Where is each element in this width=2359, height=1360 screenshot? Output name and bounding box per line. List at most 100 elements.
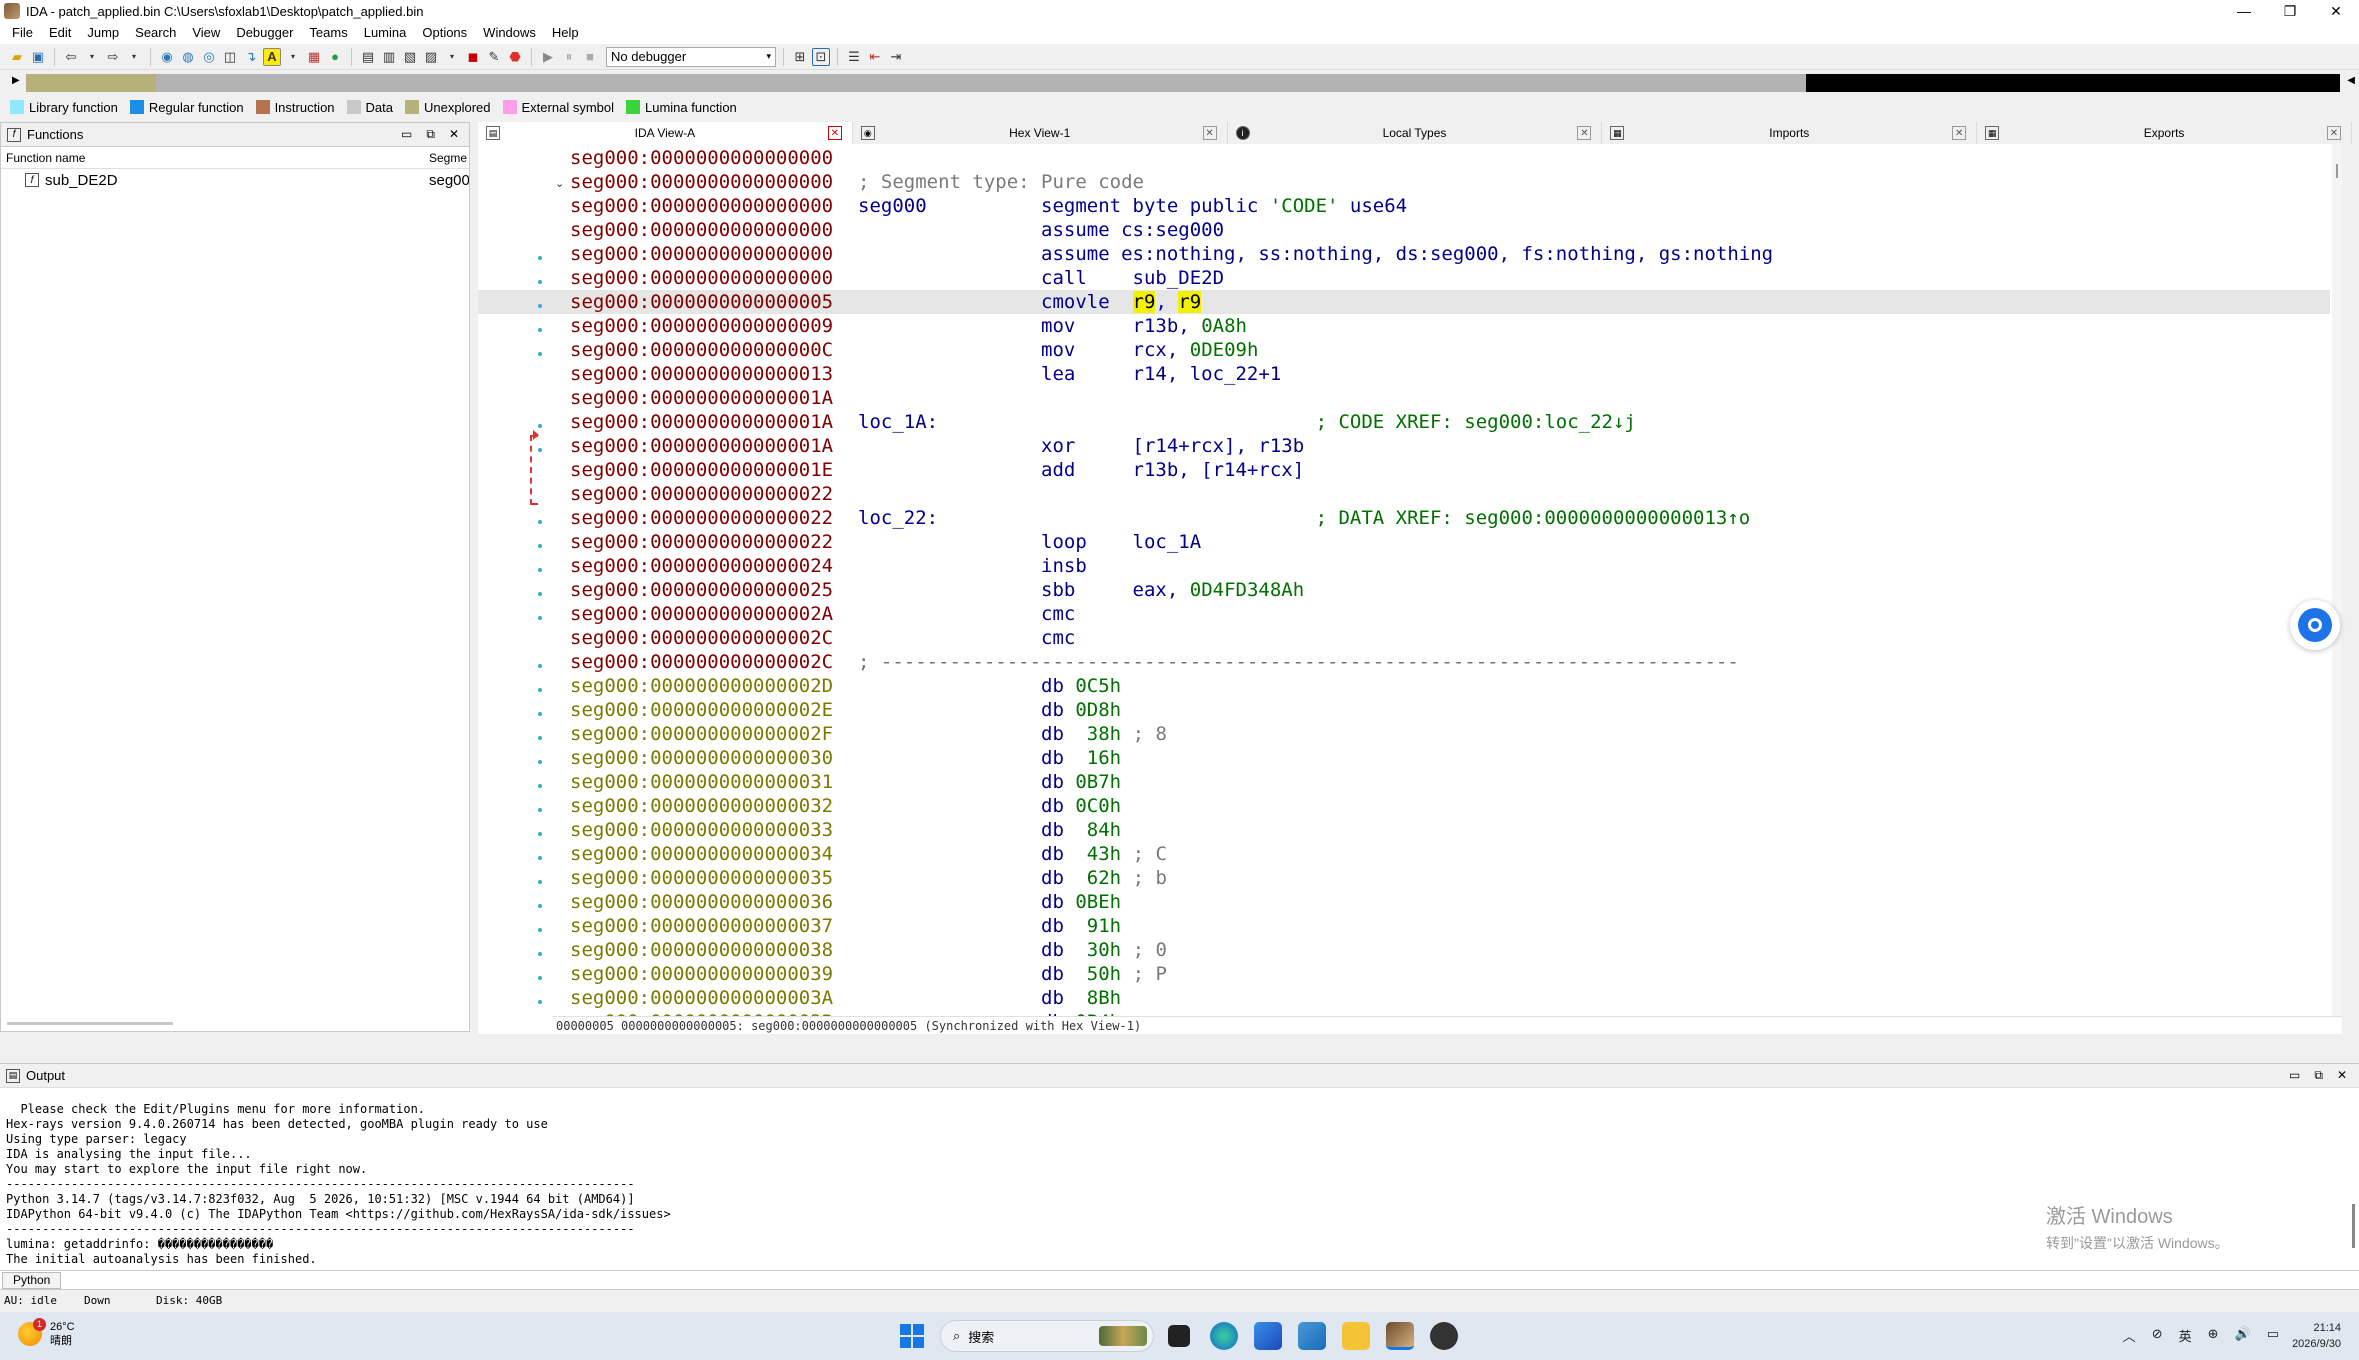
column-function-name[interactable]: Function name [1, 151, 429, 165]
disasm-address[interactable]: seg000:0000000000000000 [570, 194, 858, 218]
disasm-address[interactable]: seg000:0000000000000038 [570, 938, 858, 962]
disasm-line[interactable]: seg000:0000000000000035 db 62h ; b [570, 866, 2330, 890]
horizontal-scrollbar[interactable] [7, 1022, 173, 1025]
tray-volume-icon[interactable]: 🔊 [2235, 1326, 2251, 1345]
disasm-mn[interactable]: insb [1041, 555, 1087, 577]
disasm-op[interactable]: r13b, [1133, 315, 1202, 337]
disasm-mn[interactable]: cmovle [1041, 291, 1133, 313]
menu-view[interactable]: View [184, 22, 228, 44]
disasm-line[interactable]: seg000:000000000000001E add r13b, [r14+r… [570, 458, 2330, 482]
disasm-mn[interactable]: db [1041, 867, 1087, 889]
disasm-line[interactable]: seg000:000000000000003A db 8Bh [570, 986, 2330, 1010]
debugger-select[interactable]: No debugger ▾ [606, 46, 776, 67]
run-icon[interactable]: ▶ [539, 48, 557, 66]
tab-local-types[interactable]: i Local Types ✕ [1228, 122, 1603, 144]
disasm-op[interactable]: r14, loc_22+1 [1133, 363, 1282, 385]
disasm-address[interactable]: seg000:000000000000001E [570, 458, 858, 482]
disasm-op[interactable]: r13b, [r14+rcx] [1133, 459, 1305, 481]
disasm-line[interactable]: seg000:0000000000000022 loop loc_1A [570, 530, 2330, 554]
disasm-address[interactable]: seg000:0000000000000022 [570, 530, 858, 554]
disasm-dash[interactable]: ; --------------------------------------… [858, 651, 1739, 673]
disasm-address[interactable]: seg000:0000000000000000 [570, 242, 858, 266]
disasm-address[interactable]: seg000:000000000000002F [570, 722, 858, 746]
disasm-op[interactable]: , [1155, 291, 1178, 313]
disasm-mn[interactable]: lea [1041, 363, 1133, 385]
disasm-address[interactable]: seg000:000000000000003A [570, 986, 858, 1010]
disasm-mn[interactable]: assume es:nothing, ss:nothing, ds:seg000… [1041, 243, 1773, 265]
disasm-mn[interactable]: mov [1041, 339, 1133, 361]
disasm-address[interactable]: seg000:0000000000000024 [570, 554, 858, 578]
ida-taskbar-icon[interactable] [1386, 1322, 1414, 1350]
disasm-lbl[interactable]: loc_1A: [858, 411, 1316, 433]
store-icon[interactable] [1298, 1322, 1326, 1350]
tray-globe-icon[interactable]: ⊕ [2208, 1326, 2219, 1345]
disasm-mn[interactable]: db [1041, 891, 1075, 913]
search-next-icon[interactable]: ◫ [221, 48, 239, 66]
tab-close-icon[interactable]: ✕ [1952, 126, 1967, 140]
disasm-line[interactable]: seg000:0000000000000025 sbb eax, 0D4FD34… [570, 578, 2330, 602]
disasm-num[interactable]: 0D8h [1075, 699, 1121, 721]
disasm-cmt[interactable]: ; b [1121, 867, 1167, 889]
disasm-line[interactable]: seg000:0000000000000034 db 43h ; C [570, 842, 2330, 866]
disasm-line[interactable]: seg000:000000000000002A cmc [570, 602, 2330, 626]
disasm-mn[interactable]: mov [1041, 315, 1133, 337]
disasm-address[interactable]: seg000:0000000000000022 [570, 506, 858, 530]
proximity-view-icon[interactable]: ● [326, 48, 344, 66]
disasm-address[interactable]: seg000:000000000000001A [570, 386, 858, 410]
disasm-hl[interactable]: r9 [1178, 291, 1202, 313]
disasm-line[interactable]: seg000:0000000000000013 lea r14, loc_22+… [570, 362, 2330, 386]
disasm-address[interactable]: seg000:0000000000000039 [570, 962, 858, 986]
layout-left-icon[interactable]: ⇤ [866, 48, 884, 66]
panel-close-icon[interactable]: ✕ [2337, 1068, 2347, 1083]
disasm-address[interactable]: seg000:0000000000000000 [570, 218, 858, 242]
panel-maximize-icon[interactable]: ▭ [401, 127, 412, 142]
disasm-line[interactable]: seg000:000000000000001A loc_1A: ; CODE XR… [570, 410, 2330, 434]
pause-icon[interactable]: ⏸ [560, 48, 578, 66]
weather-widget[interactable]: 1 26°C 晴朗 [18, 1318, 75, 1348]
disasm-line[interactable]: seg000:0000000000000009 mov r13b, 0A8h [570, 314, 2330, 338]
disasm-line[interactable]: seg000:000000000000002C; ---------------… [570, 650, 2330, 674]
maximize-button[interactable]: ❐ [2267, 0, 2313, 22]
disasm-mn[interactable]: cmc [1041, 603, 1075, 625]
disasm-address[interactable]: seg000:000000000000002D [570, 674, 858, 698]
disasm-num[interactable]: 38h [1087, 723, 1121, 745]
disasm-mn[interactable]: segment byte public [1041, 195, 1270, 217]
tab-close-icon[interactable]: ✕ [1577, 126, 1592, 140]
disasm-num[interactable]: 8Bh [1087, 987, 1121, 1009]
disasm-num[interactable]: 0DE09h [1190, 339, 1259, 361]
disasm-mn[interactable]: xor [1041, 435, 1133, 457]
disasm-address[interactable]: seg000:0000000000000009 [570, 314, 858, 338]
menu-jump[interactable]: Jump [79, 22, 127, 44]
disasm-mn[interactable]: db [1041, 963, 1087, 985]
output-scrollbar-thumb[interactable] [2352, 1204, 2355, 1248]
panel-float-icon[interactable]: ⧉ [2314, 1068, 2323, 1083]
disasm-line[interactable]: seg000:000000000000002C cmc [570, 626, 2330, 650]
tray-battery-icon[interactable]: ▭ [2267, 1326, 2279, 1345]
data-icon[interactable]: ▥ [380, 48, 398, 66]
disasm-num[interactable]: 16h [1087, 747, 1121, 769]
disasm-mn[interactable]: db [1041, 723, 1087, 745]
menu-windows[interactable]: Windows [475, 22, 544, 44]
disasm-line[interactable]: seg000:0000000000000030 db 16h [570, 746, 2330, 770]
disasm-address[interactable]: seg000:0000000000000013 [570, 362, 858, 386]
disasm-address[interactable]: seg000:0000000000000000 [570, 146, 858, 170]
collapse-chevron-icon[interactable]: ⌄ [555, 177, 564, 190]
start-button[interactable] [900, 1324, 924, 1348]
disasm-num[interactable]: 0D4FD348Ah [1190, 579, 1304, 601]
disasm-address[interactable]: seg000:000000000000002A [570, 602, 858, 626]
python-command-input[interactable] [68, 1272, 2355, 1289]
disasm-line[interactable]: seg000:000000000000001A xor [r14+rcx], r… [570, 434, 2330, 458]
disasm-address[interactable]: seg000:0000000000000030 [570, 746, 858, 770]
nav-right-arrow-icon[interactable]: ◀ [2347, 75, 2355, 86]
tab-close-icon[interactable]: ✕ [827, 126, 842, 140]
disasm-op[interactable]: [r14+rcx], r13b [1133, 435, 1305, 457]
stop-sign-icon[interactable]: ⬣ [506, 48, 524, 66]
panel-close-icon[interactable]: ✕ [449, 127, 459, 142]
disasm-cmt[interactable]: ; C [1121, 843, 1167, 865]
disasm-xref[interactable]: ; CODE XREF: seg000:loc_22↓j [1316, 411, 1636, 433]
disasm-line[interactable]: seg000:0000000000000039 db 50h ; P [570, 962, 2330, 986]
disasm-mn[interactable]: db [1041, 795, 1075, 817]
array-dropdown-icon[interactable]: ▾ [443, 48, 461, 66]
forward-arrow-icon[interactable]: ⇨ [104, 48, 122, 66]
disasm-line[interactable]: seg000:0000000000000000; Segment type: P… [570, 170, 2330, 194]
